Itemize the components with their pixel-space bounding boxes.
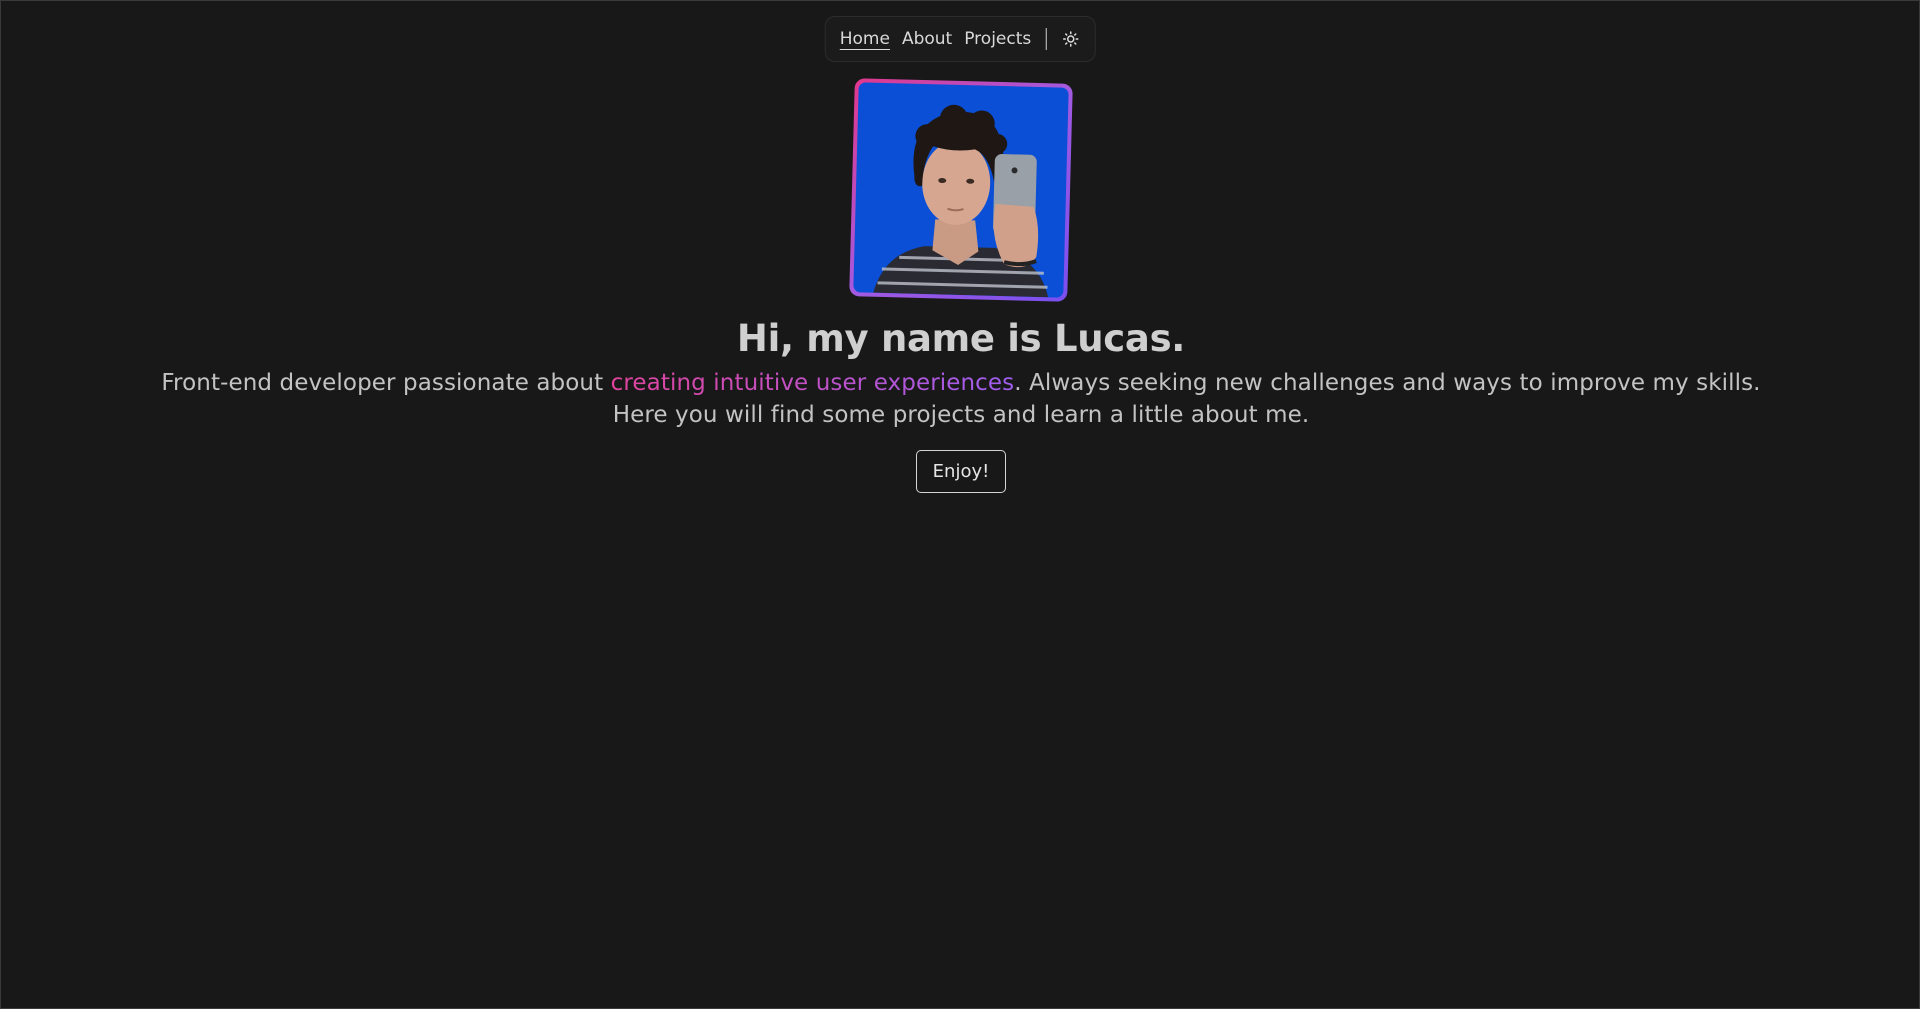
nav-divider [1045,28,1047,50]
theme-toggle-button[interactable] [1060,29,1080,49]
intro-text-end: . Always seeking new challenges and ways… [1014,370,1761,396]
nav-link-about[interactable]: About [902,27,952,51]
intro-text-start: Front-end developer passionate about [161,370,611,396]
nav-link-projects[interactable]: Projects [964,27,1031,51]
person-illustration [873,104,1049,298]
profile-photo-frame [849,78,1073,302]
enjoy-button[interactable]: Enjoy! [915,450,1007,493]
hero-section: Hi, my name is Lucas. Front-end develope… [1,311,1920,493]
top-nav: Home About Projects [824,16,1096,62]
intro-highlight: creating intuitive user experiences [610,370,1015,396]
hero-heading: Hi, my name is Lucas. [736,317,1186,360]
nav-link-home[interactable]: Home [840,27,890,51]
profile-photo [853,82,1069,298]
hero-subtext: Here you will find some projects and lea… [612,402,1310,428]
sun-icon [1062,31,1078,47]
hero-intro: Front-end developer passionate about cre… [1,367,1920,399]
